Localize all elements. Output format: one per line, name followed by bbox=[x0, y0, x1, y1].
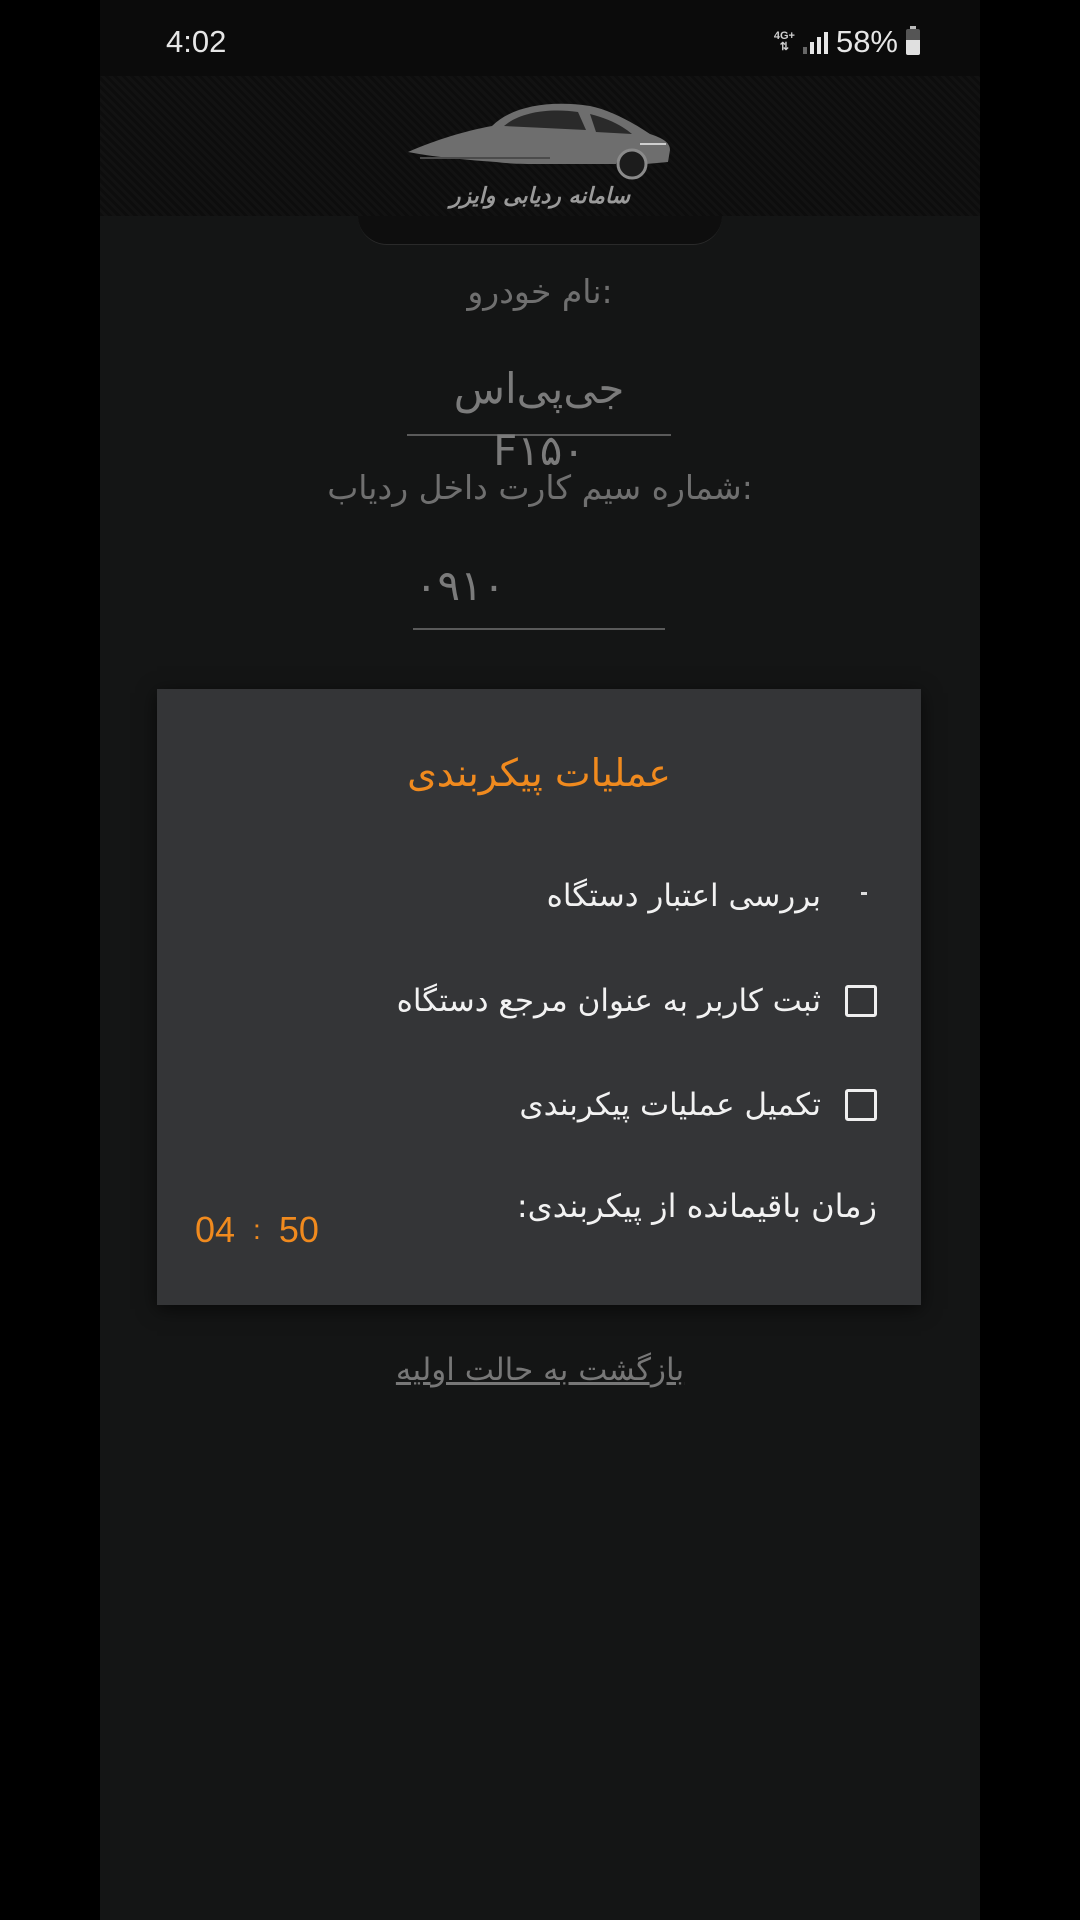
vehicle-name-label: نام خودرو: bbox=[467, 272, 613, 311]
status-icons: 4G+ ⇅ 58% bbox=[774, 22, 920, 62]
signal-icon bbox=[802, 30, 828, 54]
battery-icon bbox=[906, 26, 920, 55]
status-bar: 4:02 4G+ ⇅ 58% bbox=[100, 0, 980, 76]
network-indicator: 4G+ ⇅ bbox=[773, 30, 795, 53]
step-label: بررسی اعتبار دستگاه bbox=[546, 878, 821, 914]
countdown-timer: 04 : 50 bbox=[195, 1209, 319, 1251]
step-label: ثبت کاربر به عنوان مرجع دستگاه bbox=[396, 983, 821, 1019]
timer-separator: : bbox=[253, 1214, 261, 1245]
step-complete-config: تکمیل عملیات پیکربندی bbox=[519, 1075, 877, 1135]
step-register-user: ثبت کاربر به عنوان مرجع دستگاه bbox=[397, 971, 877, 1031]
progress-indicator-icon bbox=[845, 880, 877, 912]
remaining-time-label: زمان باقیمانده از پیکربندی: bbox=[516, 1187, 877, 1225]
configuration-dialog: عملیات پیکربندی بررسی اعتبار دستگاه ثبت … bbox=[157, 689, 921, 1305]
app-screen: 4:02 4G+ ⇅ 58% سامانه ردیابی وایزر نام خ… bbox=[100, 0, 980, 1920]
vehicle-name-input[interactable]: جی‌پی‌اس F۱۵۰ bbox=[407, 358, 671, 475]
battery-percent: 58% bbox=[835, 24, 898, 59]
timer-seconds: 50 bbox=[278, 1209, 319, 1250]
reset-link[interactable]: بازگشت به حالت اولیه bbox=[100, 1352, 980, 1388]
step-checkbox[interactable] bbox=[845, 985, 877, 1017]
timer-minutes: 04 bbox=[195, 1209, 236, 1250]
step-label: تکمیل عملیات پیکربندی bbox=[519, 1087, 821, 1123]
status-time: 4:02 bbox=[166, 24, 227, 59]
sim-number-label: شماره سیم کارت داخل ردیاب: bbox=[327, 468, 753, 507]
step-checkbox[interactable] bbox=[845, 1089, 877, 1121]
logo-text: سامانه ردیابی وایزر bbox=[449, 184, 631, 209]
dialog-title: عملیات پیکربندی bbox=[407, 751, 671, 795]
data-arrows-icon: ⇅ bbox=[779, 41, 789, 53]
app-logo: سامانه ردیابی وایزر bbox=[400, 92, 680, 222]
step-verify-device: بررسی اعتبار دستگاه bbox=[547, 866, 877, 926]
sim-number-input[interactable]: ۰۹۱۰ bbox=[413, 556, 665, 630]
car-icon bbox=[408, 103, 670, 180]
